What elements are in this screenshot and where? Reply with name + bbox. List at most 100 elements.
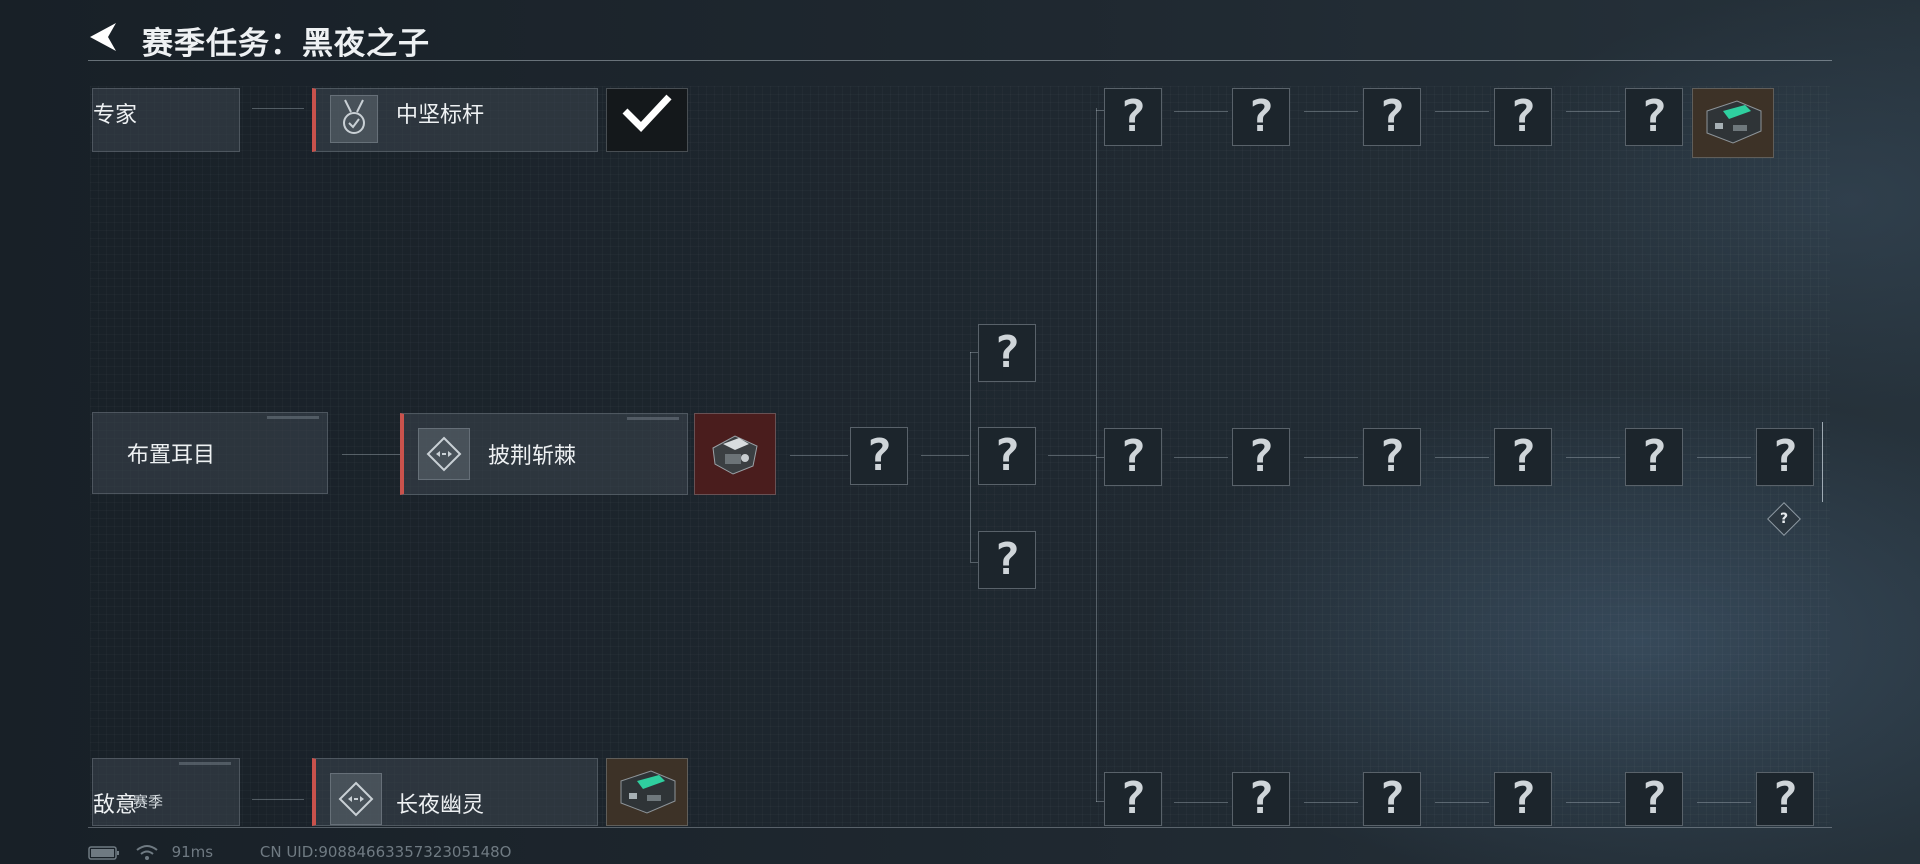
back-button[interactable]: [86, 20, 120, 54]
connector: [970, 562, 978, 563]
supply-crate-icon: [1706, 100, 1762, 144]
quest-card-trailblazer[interactable]: 披荆斩棘: [400, 413, 688, 495]
locked-node[interactable]: ?: [1104, 428, 1162, 486]
question-icon: ?: [1119, 91, 1147, 142]
question-icon: ?: [993, 534, 1021, 585]
connector: [1566, 457, 1620, 458]
question-icon: ?: [1640, 91, 1668, 142]
status-bar: 91ms CN UID:9088466335732305148O: [88, 843, 511, 862]
question-icon: ?: [865, 430, 893, 481]
locked-node[interactable]: ?: [1494, 428, 1552, 486]
locked-node[interactable]: ?: [1625, 428, 1683, 486]
locked-node[interactable]: ?: [1363, 88, 1421, 146]
question-icon: ?: [1509, 91, 1537, 142]
locked-node[interactable]: ?: [1494, 88, 1552, 146]
medal-icon: [330, 95, 378, 143]
back-arrow-icon: [90, 23, 116, 51]
connector: [1435, 802, 1489, 803]
locked-node[interactable]: ?: [1625, 88, 1683, 146]
quest-label: 专家: [93, 103, 138, 128]
connector: [1096, 110, 1104, 111]
connector: [1566, 802, 1620, 803]
reward-item[interactable]: [606, 758, 688, 826]
diamond-arrows-icon: [330, 773, 382, 825]
quest-card-set-eyes[interactable]: 布置耳目: [92, 412, 328, 494]
connector: [790, 455, 848, 456]
connector: [1566, 111, 1620, 112]
quest-card-night-ghost[interactable]: 长夜幽灵: [312, 758, 598, 826]
card-decoration: [267, 416, 319, 419]
quest-label: 中坚标杆: [396, 103, 485, 128]
ping-value: 91ms: [171, 843, 214, 861]
question-icon: ?: [1247, 431, 1275, 482]
locked-node[interactable]: ?: [978, 427, 1036, 485]
quest-card-hostility[interactable]: 敌意 赛季: [92, 758, 240, 826]
question-icon: ?: [1378, 91, 1406, 142]
locked-node[interactable]: ?: [1756, 772, 1814, 826]
supply-crate-icon: [620, 770, 676, 814]
connector: [1304, 802, 1358, 803]
connector: [1096, 801, 1104, 802]
locked-node[interactable]: ?: [1363, 772, 1421, 826]
connector: [1096, 108, 1097, 802]
connector: [252, 108, 304, 109]
question-icon: ?: [1779, 511, 1789, 527]
question-icon: ?: [1509, 773, 1537, 824]
question-icon: ?: [1247, 91, 1275, 142]
connector: [1174, 111, 1228, 112]
quest-label: 布置耳目: [127, 443, 216, 468]
locked-node[interactable]: ?: [1104, 88, 1162, 146]
quest-card-backbone[interactable]: 中坚标杆: [312, 88, 598, 152]
locked-node[interactable]: ?: [1232, 772, 1290, 826]
page-title: 赛季任务：黑夜之子: [142, 26, 430, 62]
connector: [970, 352, 971, 562]
connector: [921, 455, 969, 456]
question-icon: ?: [1119, 431, 1147, 482]
connector: [1435, 111, 1489, 112]
reward-completed[interactable]: [606, 88, 688, 152]
user-uid: CN UID:9088466335732305148O: [259, 843, 512, 861]
locked-node[interactable]: ?: [850, 427, 908, 485]
question-icon: ?: [993, 327, 1021, 378]
locked-node[interactable]: ?: [1494, 772, 1552, 826]
background-grid: [90, 86, 1830, 826]
question-icon: ?: [1640, 773, 1668, 824]
connector: [1174, 802, 1228, 803]
card-decoration: [179, 762, 231, 765]
locked-node[interactable]: ?: [1232, 88, 1290, 146]
question-icon: ?: [1119, 773, 1147, 824]
question-icon: ?: [1771, 773, 1799, 824]
reward-item[interactable]: [694, 413, 776, 495]
connector: [1435, 457, 1489, 458]
checkmark-icon: [622, 94, 672, 133]
quest-label: 披荆斩棘: [488, 444, 577, 469]
question-icon: ?: [993, 430, 1021, 481]
season-quest-screen: 赛季任务：黑夜之子 专家 中坚标杆 布置耳目 披荆斩棘 ? ? ? ? ? ? …: [0, 0, 1920, 864]
question-icon: ?: [1378, 431, 1406, 482]
question-icon: ?: [1247, 773, 1275, 824]
locked-node[interactable]: ?: [1104, 772, 1162, 826]
locked-node[interactable]: ?: [1625, 772, 1683, 826]
connector: [1304, 111, 1358, 112]
question-icon: ?: [1509, 431, 1537, 482]
reward-item[interactable]: [1692, 88, 1774, 158]
wifi-icon: [136, 844, 158, 860]
footer-divider: [88, 827, 1832, 828]
connector: [342, 454, 400, 455]
locked-node[interactable]: ?: [978, 531, 1036, 589]
quest-label: 敌意: [93, 793, 138, 818]
header-divider: [88, 60, 1832, 61]
locked-node[interactable]: ?: [978, 324, 1036, 382]
connector: [970, 352, 978, 353]
question-icon: ?: [1771, 431, 1799, 482]
locked-node[interactable]: ?: [1232, 428, 1290, 486]
quest-card-expert[interactable]: 专家: [92, 88, 240, 152]
quest-label: 长夜幽灵: [396, 793, 485, 818]
card-decoration: [627, 417, 679, 420]
connector: [1048, 455, 1096, 456]
locked-node[interactable]: ?: [1756, 428, 1814, 486]
scroll-edge-marker: [1822, 422, 1823, 502]
battery-icon: [88, 845, 119, 860]
connector: [1304, 457, 1358, 458]
locked-node[interactable]: ?: [1363, 428, 1421, 486]
